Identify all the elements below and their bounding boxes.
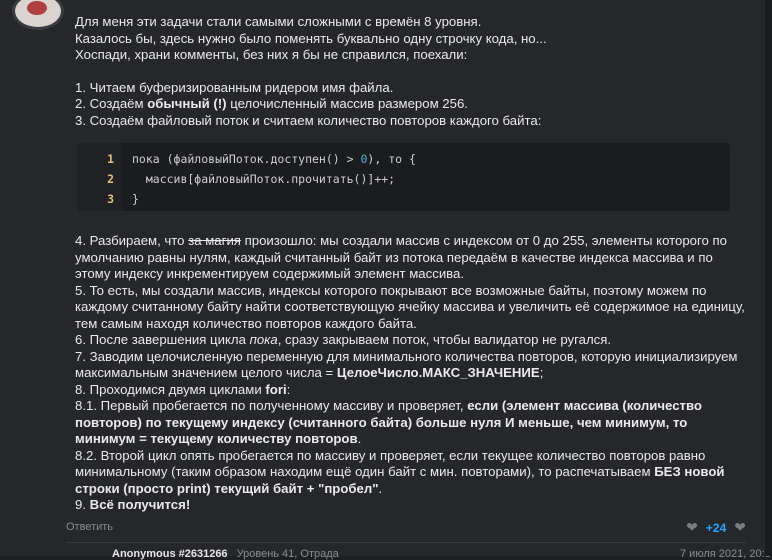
comment-actions: Ответить ❤ +24 ❤: [66, 519, 746, 539]
comment-card: Для меня эти задачи стали самыми сложным…: [0, 0, 772, 560]
comment-body: Для меня эти задачи стали самыми сложным…: [75, 14, 745, 514]
step-8: 8. Проходимся двумя циклами fori:: [75, 381, 291, 397]
line-number: 3: [107, 192, 114, 206]
divider: [66, 542, 746, 543]
reply-button[interactable]: Ответить: [66, 521, 113, 533]
step-5: 5. То есть, мы создали массив, индексы к…: [75, 282, 745, 331]
intro-line: Хоспади, храни комменты, без них я бы не…: [75, 47, 468, 62]
author-level: Уровень 41, Отрада: [236, 548, 339, 560]
line-number: 2: [107, 172, 114, 186]
step-7: 7. Заводим целочисленную переменную для …: [75, 348, 738, 381]
vote-count: +24: [705, 520, 727, 535]
code-line: массив[файловыйПоток.прочитать()]++;: [132, 172, 396, 186]
step-1: 1. Читаем буферизированным ридером имя ф…: [75, 79, 394, 95]
vote-group: ❤ +24 ❤: [686, 519, 746, 536]
code-line: }: [132, 192, 139, 206]
intro-line: Казалось бы, здесь нужно было поменять б…: [75, 30, 547, 46]
next-comment-header: Anonymous #2631266 Уровень 41, Отрада 7 …: [112, 548, 772, 560]
dislike-icon[interactable]: ❤: [686, 519, 698, 536]
step-9: 9. Всё получится!: [75, 497, 191, 512]
comment-date: 7 июля 2021, 20:30: [680, 548, 772, 560]
step-3: 3. Создаём файловый поток и считаем коли…: [75, 112, 542, 128]
scrollbar[interactable]: [765, 0, 772, 556]
step-6: 6. После завершения цикла пока, сразу за…: [75, 332, 612, 347]
step-2: 2. Создаём обычный (!) целочисленный мас…: [75, 96, 468, 111]
intro-line: Для меня эти задачи стали самыми сложным…: [75, 14, 482, 29]
like-icon[interactable]: ❤: [734, 519, 746, 536]
author-name[interactable]: Anonymous #2631266: [112, 548, 228, 560]
step-8-1: 8.1. Первый пробегается по полученному м…: [75, 398, 702, 446]
step-4: 4. Разбираем, что за магия произошло: мы…: [75, 233, 727, 281]
line-number: 1: [107, 152, 114, 166]
code-line: пока (файловыйПоток.доступен() > 0), то …: [132, 152, 416, 166]
code-block: 1 2 3 пока (файловыйПоток.доступен() > 0…: [78, 143, 730, 211]
avatar[interactable]: [12, 0, 64, 30]
step-8-2: 8.2. Второй цикл опять пробегается по ма…: [75, 447, 725, 496]
